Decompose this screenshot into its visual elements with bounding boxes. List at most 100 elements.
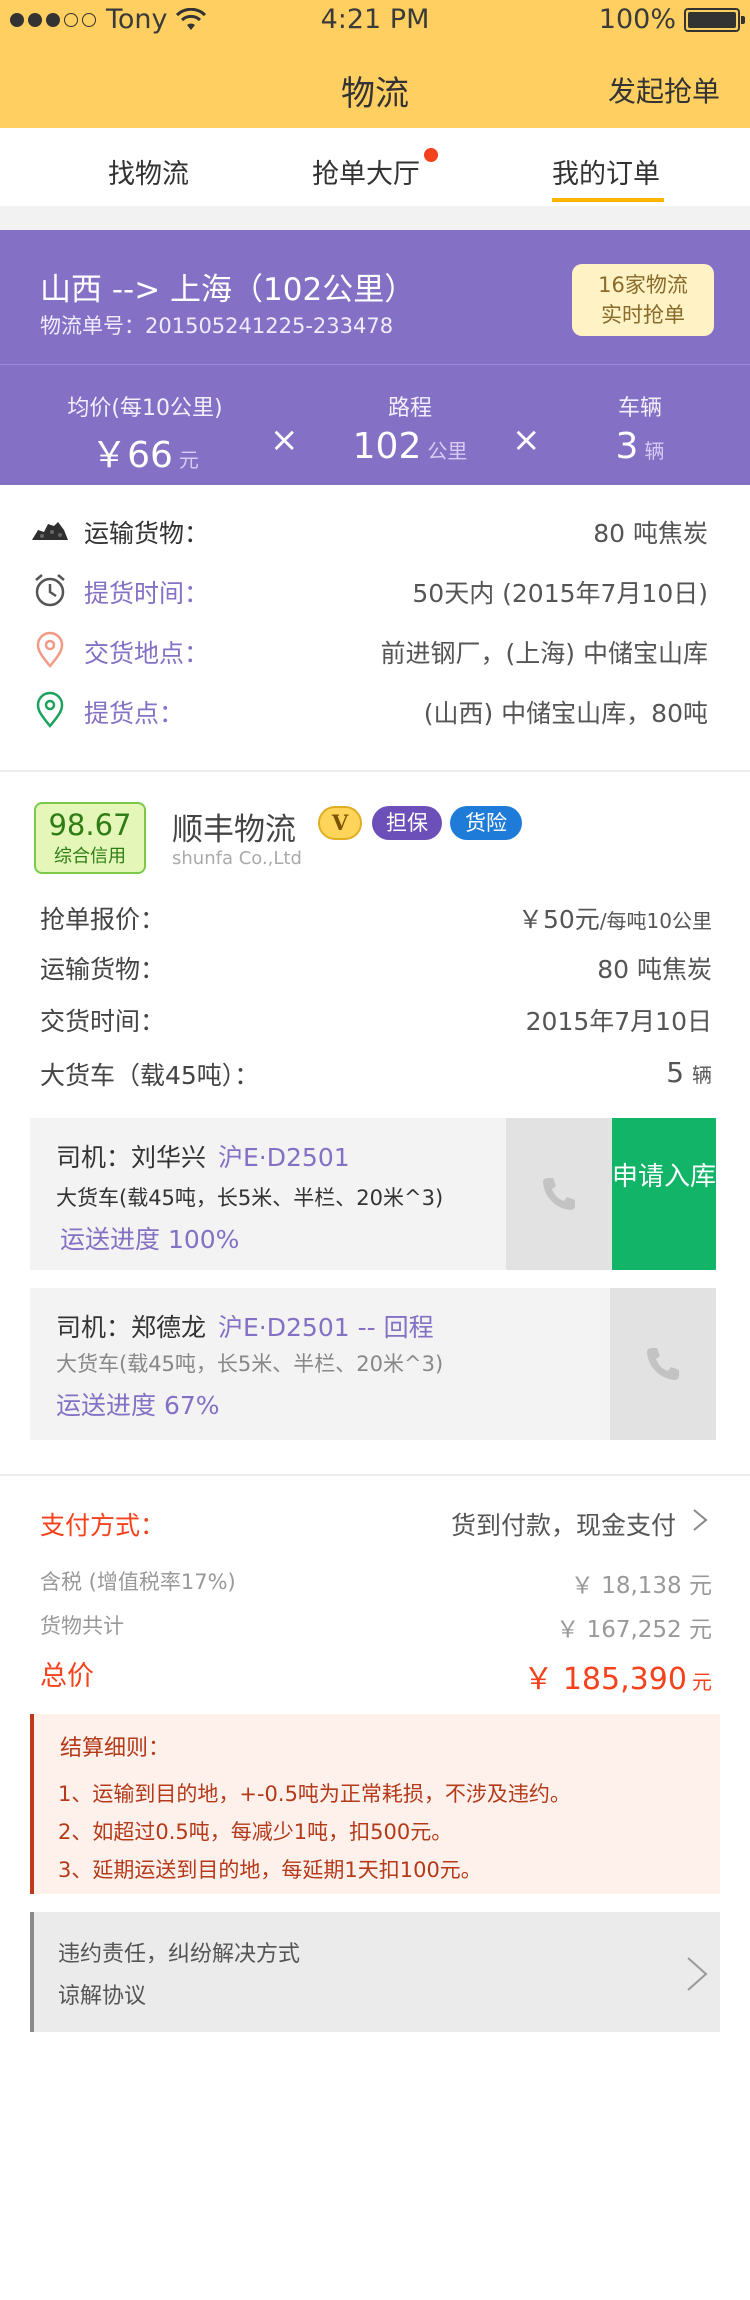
route-title: 山西 --> 上海（102公里） bbox=[40, 272, 416, 308]
apply-warehouse-button[interactable]: 申请入库 bbox=[612, 1118, 716, 1270]
call-driver-button[interactable] bbox=[610, 1288, 716, 1440]
total-unit: 元 bbox=[692, 1670, 712, 1694]
total-value: ￥ 185,390 bbox=[523, 1662, 687, 1697]
total-label: 总价 bbox=[40, 1661, 94, 1692]
cargo-label: 运输货物： bbox=[84, 519, 210, 548]
credit-score-badge: 98.67 综合信用 bbox=[34, 802, 146, 874]
phone-icon bbox=[543, 1178, 575, 1210]
quote-label: 抢单报价： bbox=[40, 905, 166, 934]
company-name-en: shunfa Co.,Ltd bbox=[172, 848, 302, 869]
goods-value: 80 吨焦炭 bbox=[597, 955, 712, 984]
pickup-point-label: 提货点： bbox=[84, 699, 185, 728]
cargo-value: 80 吨焦炭 bbox=[593, 519, 708, 548]
notification-dot bbox=[424, 148, 438, 162]
truck-count-group: 5 辆 bbox=[666, 1056, 712, 1089]
credit-label: 综合信用 bbox=[54, 846, 126, 867]
multiply-sign: × bbox=[512, 420, 541, 460]
alarm-clock-icon bbox=[35, 574, 65, 607]
location-pin-icon bbox=[36, 631, 64, 668]
verified-badge: V bbox=[318, 806, 362, 840]
stat-label: 均价(每10公里) bbox=[67, 396, 223, 421]
tab-grab-hall-label: 抢单大厅 bbox=[312, 159, 420, 190]
terms-link[interactable]: 违约责任，纠纷解决方式 谅解协议 bbox=[30, 1912, 720, 2032]
stat-label: 路程 bbox=[387, 396, 432, 421]
section-gap bbox=[0, 206, 750, 230]
battery-status: 100% bbox=[599, 4, 745, 35]
truck-spec: 大货车(载45吨，长5米、半栏、20米^3) bbox=[56, 1352, 444, 1376]
stat-value: 3 bbox=[615, 426, 639, 467]
coal-icon bbox=[32, 522, 68, 540]
stat-value: ￥66 bbox=[91, 435, 173, 476]
delivery-place-row: 交货地点： 前进钢厂，(上海) 中储宝山库 bbox=[0, 630, 750, 680]
total-price-row: 总价 ￥ 185,390 元 bbox=[40, 1654, 712, 1702]
call-driver-button[interactable] bbox=[506, 1118, 612, 1270]
tab-find-logistics[interactable]: 找物流 bbox=[108, 152, 189, 191]
terms-line2: 谅解协议 bbox=[58, 1984, 147, 2009]
tax-label: 含税 (增值税率17%) bbox=[40, 1570, 236, 1594]
stat-vehicles: 车辆 3辆 bbox=[590, 390, 690, 467]
stat-distance: 路程 102 公里 bbox=[330, 390, 490, 467]
stat-value: 102 bbox=[352, 426, 422, 467]
goods-total-row: 货物共计 ￥ 167,252 元 bbox=[40, 1610, 712, 1650]
divider bbox=[0, 770, 750, 772]
rule-item: 2、如超过0.5吨，每减少1吨，扣500元。 bbox=[58, 1820, 453, 1844]
goods-total-value: ￥ 167,252 元 bbox=[556, 1617, 712, 1643]
delivery-time-value: 2015年7月10日 bbox=[525, 1007, 712, 1036]
quote-value: ￥50元 bbox=[518, 905, 600, 934]
order-number: 物流单号：201505241225-233478 bbox=[40, 314, 394, 338]
realtime-grab-badge[interactable]: 16家物流 实时抢单 bbox=[572, 264, 714, 336]
pickup-point-value: (山西) 中储宝山库，80吨 bbox=[423, 699, 708, 728]
rules-title: 结算细则： bbox=[60, 1736, 171, 1761]
truck-unit: 辆 bbox=[692, 1063, 712, 1087]
driver-name: 司机：郑德龙 bbox=[56, 1313, 207, 1342]
driver-name-row: 司机：郑德龙 沪E·D2501 -- 回程 bbox=[56, 1308, 434, 1344]
goods-label: 运输货物： bbox=[40, 955, 166, 984]
driver-name: 司机：刘华兴 bbox=[56, 1143, 207, 1172]
delivery-time-row: 交货时间： 2015年7月10日 bbox=[40, 1002, 712, 1042]
quote-value-group: ￥50元/每吨10公里 bbox=[518, 900, 712, 936]
phone-icon bbox=[647, 1348, 679, 1380]
driver-name-row: 司机：刘华兴 沪E·D2501 bbox=[56, 1138, 350, 1174]
tab-grab-hall[interactable]: 抢单大厅 bbox=[312, 148, 438, 191]
route-banner: 山西 --> 上海（102公里） 物流单号：201505241225-23347… bbox=[0, 230, 750, 485]
tax-row: 含税 (增值税率17%) ￥ 18,138 元 bbox=[40, 1566, 712, 1606]
stat-unit: 元 bbox=[178, 448, 199, 472]
truck-count: 5 bbox=[666, 1056, 685, 1089]
delivery-place-label: 交货地点： bbox=[84, 639, 210, 668]
delivery-progress: 运送进度 67% bbox=[56, 1391, 220, 1420]
delivery-place-value: 前进钢厂，(上海) 中储宝山库 bbox=[380, 639, 708, 668]
truck-spec: 大货车(载45吨，长5米、半栏、20米^3) bbox=[56, 1186, 444, 1210]
license-plate: 沪E·D2501 -- 回程 bbox=[218, 1313, 434, 1342]
delivery-progress: 运送进度 100% bbox=[60, 1225, 240, 1254]
goods-total-label: 货物共计 bbox=[40, 1614, 124, 1638]
tab-my-orders[interactable]: 我的订单 bbox=[552, 152, 660, 191]
battery-icon bbox=[684, 7, 745, 32]
chevron-right-icon bbox=[693, 1509, 708, 1531]
grab-badge-line1: 16家物流 bbox=[598, 273, 688, 297]
driver-card: 司机：郑德龙 沪E·D2501 -- 回程 大货车(载45吨，长5米、半栏、20米… bbox=[30, 1288, 716, 1440]
license-plate: 沪E·D2501 bbox=[218, 1143, 350, 1172]
stat-avg-price: 均价(每10公里) ￥66 元 bbox=[60, 390, 230, 478]
chevron-right-icon bbox=[687, 1957, 708, 1991]
truck-row: 大货车（载45吨）： 5 辆 bbox=[40, 1056, 712, 1096]
pickup-point-row: 提货点： (山西) 中储宝山库，80吨 bbox=[0, 690, 750, 740]
settlement-rules: 结算细则： 1、运输到目的地，+-0.5吨为正常耗损，不涉及违约。 2、如超过0… bbox=[30, 1714, 720, 1894]
location-pin-icon bbox=[36, 691, 64, 728]
driver-card: 司机：刘华兴 沪E·D2501 大货车(载45吨，长5米、半栏、20米^3) 运送… bbox=[30, 1118, 716, 1270]
rule-item: 1、运输到目的地，+-0.5吨为正常耗损，不涉及违约。 bbox=[58, 1782, 571, 1806]
tax-value: ￥ 18,138 元 bbox=[570, 1573, 712, 1599]
quote-unit: /每吨10公里 bbox=[599, 909, 712, 933]
company-name[interactable]: 顺丰物流 bbox=[172, 804, 296, 849]
top-bar: Tony 4:21 PM 100% 物流 发起抢单 bbox=[0, 0, 750, 128]
cargo-row: 运输货物： 80 吨焦炭 bbox=[0, 510, 750, 560]
rule-item: 3、延期运送到目的地，每延期1天扣100元。 bbox=[58, 1858, 482, 1882]
payment-method-row[interactable]: 支付方式： 货到付款，现金支付 bbox=[40, 1506, 712, 1546]
start-grab-button[interactable]: 发起抢单 bbox=[608, 70, 720, 110]
stat-unit: 公里 bbox=[427, 439, 468, 463]
quote-row: 抢单报价： ￥50元/每吨10公里 bbox=[40, 900, 712, 940]
stat-label: 车辆 bbox=[617, 396, 662, 421]
pickup-time-row: 提货时间： 50天内 (2015年7月10日) bbox=[0, 570, 750, 620]
total-value-group: ￥ 185,390 元 bbox=[523, 1654, 712, 1698]
multiply-sign: × bbox=[270, 420, 299, 460]
pickup-time-label: 提货时间： bbox=[84, 579, 210, 608]
